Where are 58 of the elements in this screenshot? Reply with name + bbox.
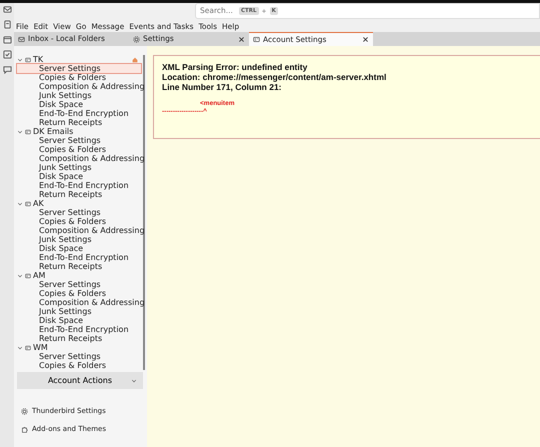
tree-item[interactable]: Server Settings: [17, 136, 141, 145]
tree-item[interactable]: Server Settings: [17, 280, 141, 289]
tree-item[interactable]: Copies & Folders: [17, 145, 141, 154]
address-book-icon[interactable]: [2, 20, 12, 29]
tree-item[interactable]: End-To-End Encryption: [17, 325, 141, 334]
account-actions-button[interactable]: Account Actions: [17, 372, 143, 389]
tasks-icon[interactable]: [2, 50, 12, 59]
tree-item[interactable]: End-To-End Encryption: [17, 109, 141, 118]
caret-icon[interactable]: [17, 344, 23, 350]
error-text: Line Number 171, Column 21:: [162, 82, 282, 92]
tree-item[interactable]: Copies & Folders: [17, 73, 141, 82]
mail-icon[interactable]: [2, 5, 12, 14]
account-icon: [25, 56, 31, 62]
close-icon[interactable]: [238, 36, 245, 42]
caret-icon[interactable]: [17, 272, 23, 278]
tree-item[interactable]: End-To-End Encryption: [17, 181, 141, 190]
tree-item[interactable]: Server Settings: [17, 352, 141, 361]
tree-item[interactable]: Disk Space: [17, 244, 141, 253]
tree-item[interactable]: Junk Settings: [17, 235, 141, 244]
error-text: Location: chrome://messenger/content/am-server.xhtml: [162, 72, 388, 82]
chevron-down-icon: [131, 378, 137, 384]
calendar-icon[interactable]: [2, 35, 12, 44]
caret-icon[interactable]: [17, 128, 23, 134]
caret-icon[interactable]: [17, 200, 23, 206]
tree-item[interactable]: Server Settings: [17, 208, 141, 217]
account-icon: [25, 200, 31, 206]
puzzle-icon[interactable]: [21, 426, 28, 433]
tree-item[interactable]: Disk Space: [17, 172, 141, 181]
tree-item[interactable]: Copies & Folders: [17, 361, 141, 370]
account-name[interactable]: AM: [33, 271, 141, 280]
tree-item[interactable]: Junk Settings: [17, 307, 141, 316]
account-name[interactable]: AK: [33, 199, 141, 208]
account-name[interactable]: TK: [33, 55, 130, 64]
tree-item[interactable]: Return Receipts: [17, 118, 141, 127]
account-icon: [253, 36, 260, 43]
chat-icon[interactable]: [2, 65, 12, 74]
tree-item[interactable]: Return Receipts: [17, 334, 141, 343]
account-name[interactable]: DK Emails: [33, 127, 141, 136]
account-icon: [25, 272, 31, 278]
tree-item[interactable]: Disk Space: [17, 316, 141, 325]
mail-icon: [18, 36, 25, 42]
account-icon: [25, 344, 31, 350]
close-icon[interactable]: [362, 36, 369, 43]
account-name[interactable]: WM: [33, 343, 141, 352]
account-icon: [25, 128, 31, 134]
error-text: XML Parsing Error: undefined entity: [162, 62, 308, 72]
tree-item[interactable]: Junk Settings: [17, 163, 141, 172]
tree-item[interactable]: Return Receipts: [17, 262, 141, 271]
gear-icon: [133, 36, 140, 42]
tree-item[interactable]: Copies & Folders: [17, 217, 141, 226]
tree-item[interactable]: Return Receipts: [17, 190, 141, 199]
tree-item[interactable]: Server Settings: [17, 64, 141, 73]
caret-icon[interactable]: [17, 56, 23, 62]
tree-item[interactable]: Copies & Folders: [17, 289, 141, 298]
tree-item[interactable]: Junk Settings: [17, 91, 141, 100]
tree-item[interactable]: End-To-End Encryption: [17, 253, 141, 262]
tree-item[interactable]: Disk Space: [17, 100, 141, 109]
gear-icon[interactable]: [21, 408, 28, 415]
